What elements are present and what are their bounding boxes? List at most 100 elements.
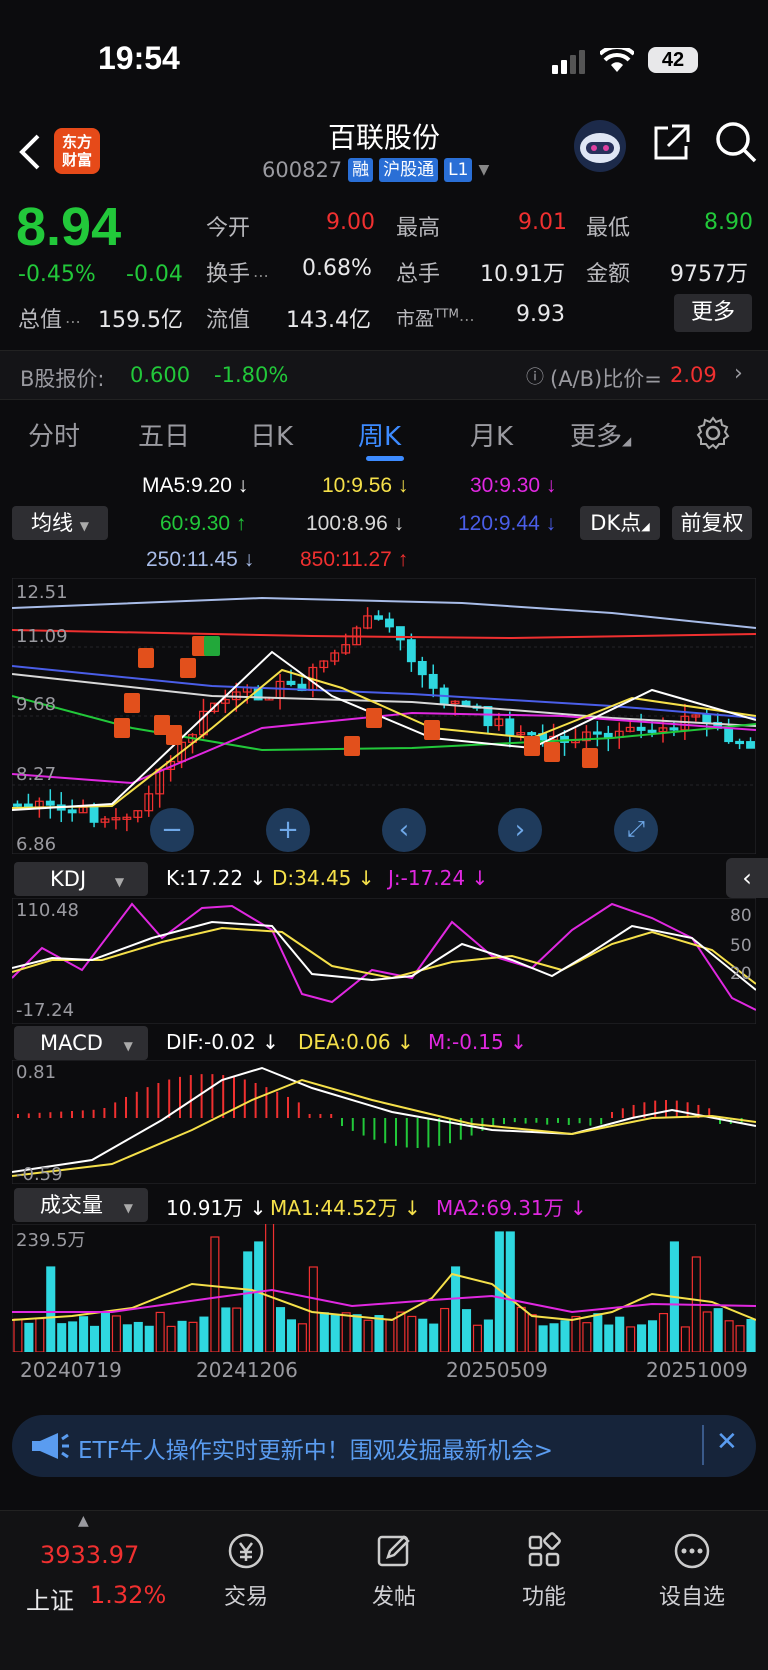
signal-icon (552, 50, 585, 74)
current-price: 8.94 (16, 197, 122, 257)
volume-bar (637, 1324, 647, 1352)
kdj-level-50: 50 (730, 936, 752, 956)
candle-body (603, 732, 613, 738)
volume-chart (12, 1224, 756, 1352)
clock: 19:54 (98, 40, 180, 76)
tab-five-day[interactable]: 五日 (138, 416, 190, 453)
candle-body (385, 618, 394, 628)
more-button[interactable]: 更多 (674, 294, 752, 332)
volume-bar (79, 1316, 89, 1352)
grid-functions-icon (528, 1532, 561, 1567)
banner-divider (702, 1425, 704, 1465)
zoom-in-button[interactable]: + (266, 808, 310, 852)
ma250-legend: 250:11.45 ↓ (146, 548, 255, 571)
macd-dif: DIF:-0.02 ↓ (166, 1030, 279, 1054)
candle-body (527, 732, 537, 736)
candle-body (406, 639, 416, 663)
scroll-left-button[interactable]: ‹ (382, 808, 426, 852)
macd-top-label: 0.81 (16, 1062, 57, 1083)
dk-point-button[interactable]: DK点◢ (580, 506, 660, 540)
volume-bar (374, 1315, 384, 1352)
collapse-arrow-button[interactable]: ‹ (726, 858, 768, 898)
indicator-selector-kdj[interactable]: KDJ ▼ (14, 862, 148, 896)
volume-bar (275, 1307, 286, 1352)
y-label-2: 11.09 (16, 626, 68, 647)
candle-body (45, 800, 55, 806)
td-count-marker (180, 658, 196, 678)
close-icon[interactable]: ✕ (716, 1427, 738, 1457)
ab-ratio-label: (A/B)比价= (550, 367, 662, 391)
candle-body (67, 809, 77, 814)
volume-bar (122, 1324, 132, 1352)
candle-body (417, 660, 427, 676)
fullscreen-button[interactable]: ⤢ (614, 808, 658, 852)
index-change[interactable]: 1.32% (90, 1581, 166, 1609)
caret-up-icon: ▲ (78, 1513, 89, 1529)
td-count-marker (114, 718, 130, 738)
ma30-legend: 30:9.30 ↓ (470, 474, 557, 497)
ma60-legend: 60:9.30 ↑ (160, 512, 247, 535)
volume-bar (177, 1320, 187, 1352)
vol-top-label: 239.5万 (16, 1230, 86, 1251)
td-nine-marker (582, 748, 598, 768)
td-count-marker (344, 736, 360, 756)
scroll-right-button[interactable]: › (498, 808, 542, 852)
volume-bar (68, 1321, 78, 1352)
index-name[interactable]: 上证 (26, 1581, 74, 1616)
kdj-chart (12, 898, 756, 1024)
volume-bar (647, 1320, 658, 1352)
y-label-bottom: 6.86 (16, 834, 57, 855)
stock-code-line[interactable]: 600827 融 沪股通 L1 ▼ (262, 158, 489, 182)
nav-trade[interactable]: 交易 (196, 1531, 296, 1611)
tab-intraday[interactable]: 分时 (28, 416, 80, 453)
volume-bar (451, 1266, 461, 1352)
nav-post[interactable]: 发帖 (344, 1531, 444, 1611)
settings-gear-icon[interactable] (696, 416, 730, 450)
promo-banner[interactable]: ETF牛人操作实时更新中！围观发掘最新机会> ✕ (12, 1415, 756, 1477)
tab-weekly-k[interactable]: 周K (358, 416, 401, 453)
candle-body (735, 740, 745, 745)
float-value: 143.4亿 (286, 308, 371, 333)
volume-bar (560, 1320, 570, 1352)
date-label-2: 20241206 (196, 1358, 298, 1382)
info-icon: ⋯ (458, 310, 475, 329)
turnover-label[interactable]: 换手 ⋯ (206, 256, 269, 288)
indicator-selector-macd[interactable]: MACD ▼ (14, 1026, 148, 1060)
amount-value: 9757万 (670, 262, 748, 287)
share-icon[interactable] (650, 122, 692, 164)
connect-tag: 沪股通 (379, 158, 439, 182)
zoom-out-button[interactable]: − (150, 808, 194, 852)
tab-monthly-k[interactable]: 月K (470, 416, 513, 453)
index-value[interactable]: 3933.97 (40, 1541, 139, 1569)
volume-bar (46, 1266, 56, 1352)
b-share-band[interactable]: B股报价: 0.600 -1.80% ⓘ (A/B)比价= 2.09 › (0, 350, 768, 400)
macd-m: M:-0.15 ↓ (428, 1030, 527, 1054)
indicator-selector-volume[interactable]: 成交量 ▼ (14, 1188, 148, 1222)
candle-body (483, 705, 493, 727)
volume-bar (461, 1309, 472, 1352)
candle-body (23, 803, 33, 808)
level-tag: L1 (444, 158, 473, 182)
volume-bar (221, 1307, 231, 1352)
search-icon[interactable] (714, 120, 758, 164)
volume-bar (604, 1324, 614, 1352)
mktcap-value: 159.5亿 (98, 308, 183, 333)
active-tab-indicator (366, 456, 404, 461)
volume-bar (418, 1318, 428, 1352)
tab-daily-k[interactable]: 日K (250, 416, 293, 453)
mktcap-label[interactable]: 总值 ⋯ (18, 302, 81, 334)
ma850-legend: 850:11.27 ↑ (300, 548, 409, 571)
pe-label[interactable]: 市盈TTM⋯ (396, 304, 475, 331)
tab-more[interactable]: 更多◢ (570, 416, 631, 453)
low-value: 8.90 (704, 210, 753, 235)
vol-value: 10.91万 ↓ (166, 1196, 267, 1220)
vol-ma2: MA2:69.31万 ↓ (436, 1196, 587, 1220)
robot-assistant-icon[interactable] (572, 118, 628, 174)
chevron-right-icon: › (734, 361, 743, 386)
nav-functions[interactable]: 功能 (494, 1531, 594, 1611)
help-icon[interactable]: ⓘ (526, 363, 544, 389)
indicator-selector-ma[interactable]: 均线 ▼ (12, 506, 108, 540)
nav-add-watchlist[interactable]: 设自选 (642, 1531, 742, 1611)
adjust-price-button[interactable]: 前复权 (672, 506, 752, 540)
candle-body (702, 714, 712, 724)
